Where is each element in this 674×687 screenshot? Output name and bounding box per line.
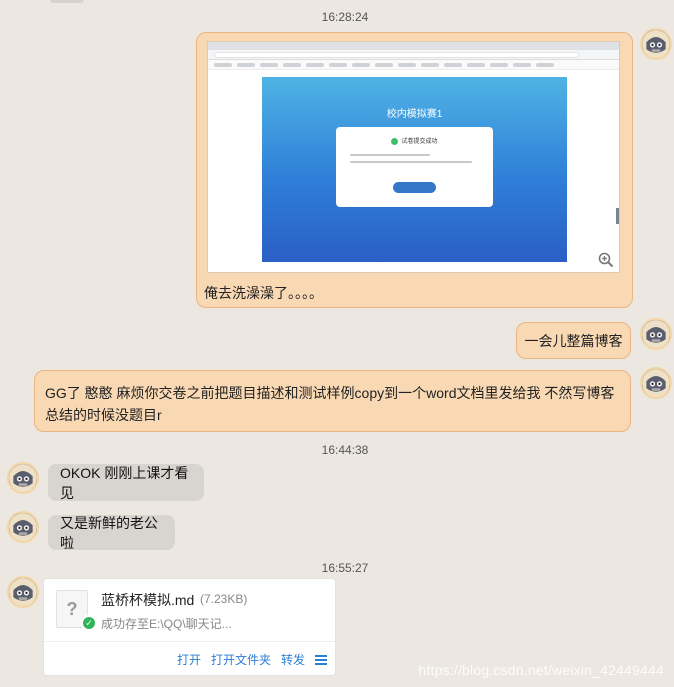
card-text-line — [350, 154, 430, 156]
top-scroll-remnant — [50, 0, 84, 3]
message-text: OKOK 刚刚上课才看见 — [60, 464, 189, 501]
divider — [44, 641, 335, 642]
message-text: 一会儿整篇博客 — [524, 332, 623, 349]
zoom-in-icon[interactable] — [598, 252, 614, 268]
file-name[interactable]: 蓝桥杯模拟.md — [101, 590, 194, 610]
contest-title: 校内模拟赛1 — [386, 109, 443, 120]
contest-page-banner: 校内模拟赛1 试卷提交成功 — [262, 77, 567, 262]
avatar[interactable] — [7, 511, 39, 543]
menu-icon[interactable] — [315, 654, 327, 665]
avatar[interactable] — [640, 367, 672, 399]
avatar[interactable] — [7, 462, 39, 494]
card-button — [393, 182, 436, 193]
message-text: 又是新鲜的老公啦 — [60, 514, 158, 551]
check-circle-icon — [391, 137, 399, 145]
card-status: 试卷提交成功 — [401, 139, 438, 145]
message-text: GG了 憨憨 麻烦你交卷之前把题目描述和测试样例copy到一个word文档里发给… — [45, 385, 615, 423]
browser-bookmarks-bar — [208, 60, 619, 70]
message-bubble[interactable]: OKOK 刚刚上课才看见 — [48, 464, 204, 501]
submit-success-card: 试卷提交成功 — [336, 127, 493, 207]
avatar[interactable] — [640, 318, 672, 350]
timestamp: 16:28:24 — [321, 10, 369, 24]
file-size: (7.23KB) — [200, 592, 248, 606]
browser-tab-strip — [208, 42, 619, 50]
open-file-link[interactable]: 打开 — [177, 651, 201, 668]
message-caption: 俺去洗澡澡了。。。。 — [204, 285, 323, 301]
shared-screenshot-image[interactable]: 校内模拟赛1 试卷提交成功 — [207, 41, 620, 273]
open-folder-link[interactable]: 打开文件夹 — [211, 651, 271, 668]
file-message-card[interactable]: ? ✓ 蓝桥杯模拟.md (7.23KB) 成功存至E:\QQ\聊天记... 打… — [43, 578, 336, 676]
message-bubble[interactable]: 又是新鲜的老公啦 — [48, 514, 175, 551]
message-bubble[interactable]: GG了 憨憨 麻烦你交卷之前把题目描述和测试样例copy到一个word文档里发给… — [34, 370, 631, 432]
avatar[interactable] — [640, 28, 672, 60]
browser-address-bar — [208, 50, 619, 60]
message-bubble[interactable]: 一会儿整篇博客 — [516, 322, 631, 359]
check-icon: ✓ — [81, 615, 97, 631]
forward-link[interactable]: 转发 — [281, 651, 305, 668]
card-text-line — [350, 161, 472, 163]
file-save-status: 成功存至E:\QQ\聊天记... — [101, 617, 232, 631]
file-actions: 打开 打开文件夹 转发 — [177, 651, 327, 668]
timestamp: 16:44:38 — [321, 443, 369, 457]
timestamp: 16:55:27 — [321, 561, 369, 575]
watermark: https://blog.csdn.net/weixin_42449444 — [418, 662, 664, 678]
avatar[interactable] — [7, 576, 39, 608]
page-scrollbar — [616, 208, 619, 224]
